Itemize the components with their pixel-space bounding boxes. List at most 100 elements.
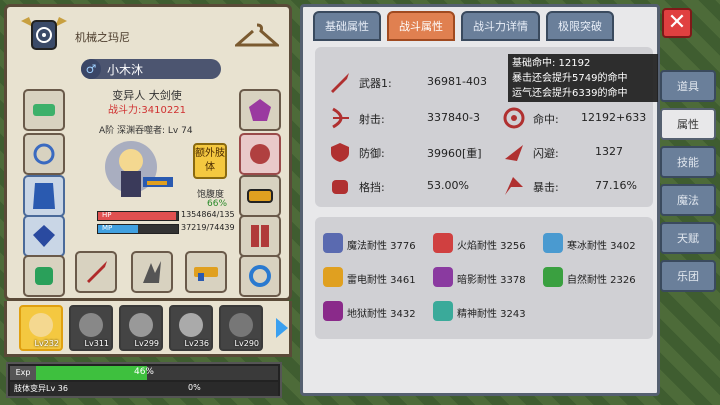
side-tab-items[interactable]: 道具 xyxy=(660,70,716,102)
tab-basic-stats[interactable]: 基础属性 xyxy=(313,11,381,41)
guild-emblem-icon xyxy=(21,17,67,50)
tab-power-details[interactable]: 战斗力详情 xyxy=(461,11,540,41)
resist-shadow: 暗影耐性 3378 xyxy=(457,275,526,286)
hunger-value: 66% xyxy=(207,199,228,209)
stat-shooting-label: 射击: xyxy=(359,113,385,126)
roster-hero-card[interactable]: Lv299 xyxy=(119,305,163,351)
roster-next-arrow-icon[interactable] xyxy=(276,318,288,338)
sword-icon xyxy=(87,261,107,283)
stat-critical-value: 77.16% xyxy=(595,179,637,192)
necklace-icon xyxy=(33,143,55,165)
armor-icon xyxy=(33,225,55,247)
cloak-icon xyxy=(33,183,55,209)
resist-hell: 地狱耐性 3432 xyxy=(347,309,416,320)
stat-shooting-value: 337840-3 xyxy=(427,111,480,124)
equip-slot-gloves[interactable] xyxy=(239,133,281,175)
roster-hero-level: Lv311 xyxy=(84,339,109,348)
tab-limit-break[interactable]: 极限突破 xyxy=(546,11,614,41)
equip-slot-armor[interactable] xyxy=(23,215,65,257)
roster-hero-level: Lv299 xyxy=(134,339,159,348)
critical-icon xyxy=(505,177,523,195)
stat-block-value: 53.00% xyxy=(427,179,469,192)
equip-slot-cloak[interactable] xyxy=(23,175,65,217)
hero-roster: Lv232 Lv311 Lv299 Lv236 Lv290 xyxy=(4,301,292,357)
exp-panel: Exp 46% 肢体变异Lv 36 0% xyxy=(6,362,282,398)
equip-slot-legs[interactable] xyxy=(239,215,281,257)
limb-mutation-label: 肢体变异Lv 36 xyxy=(14,384,68,393)
equip-slot-charm[interactable] xyxy=(239,89,281,131)
resist-spirit: 精神耐性 3243 xyxy=(457,309,526,320)
hp-bar: HP xyxy=(97,211,179,221)
limb-mutation-bar: 肢体变异Lv 36 0% xyxy=(10,382,278,396)
nature-resist-icon xyxy=(543,267,563,287)
lightning-resist-icon xyxy=(323,267,343,287)
ring-icon xyxy=(249,265,271,287)
tooltip-line: 暴击还会提升5749的命中 xyxy=(512,73,628,84)
exp-percent: 46% xyxy=(133,367,154,377)
side-tab-skills[interactable]: 技能 xyxy=(660,146,716,178)
hp-value: 1354864/135 xyxy=(181,210,235,219)
side-tab-magic[interactable]: 魔法 xyxy=(660,184,716,216)
side-tab-attributes[interactable]: 属性 xyxy=(660,108,716,140)
hero-portrait xyxy=(105,141,173,197)
shooting-bow-icon xyxy=(332,107,349,129)
equip-slot-neck[interactable] xyxy=(23,133,65,175)
stat-weapon-label: 武器1: xyxy=(359,77,392,90)
evasion-icon xyxy=(505,145,523,161)
resist-magic: 魔法耐性 3776 xyxy=(347,241,416,252)
stat-weapon-value: 36981-403 xyxy=(427,75,487,88)
roster-hero-card[interactable]: Lv236 xyxy=(169,305,213,351)
mp-label: MP xyxy=(102,224,113,232)
shadow-resist-icon xyxy=(433,267,453,287)
stat-block-label: 格挡: xyxy=(359,181,385,194)
leggings-icon xyxy=(251,225,269,247)
gloves-icon xyxy=(250,144,270,164)
equip-slot-gun[interactable] xyxy=(185,251,227,293)
accuracy-target-icon xyxy=(503,107,525,129)
wardrobe-hanger-icon[interactable] xyxy=(235,21,279,51)
tab-combat-stats[interactable]: 战斗属性 xyxy=(387,11,455,41)
stat-accuracy-label: 命中: xyxy=(533,113,559,126)
resistance-box: 魔法耐性 3776 火焰耐性 3256 寒冰耐性 3402 雷电耐性 3461 … xyxy=(315,217,653,339)
equip-slot-belt[interactable] xyxy=(239,175,281,217)
character-panel: 机械之玛尼 ♂ 小木沐 变异人 大剑使 战斗力:3410221 A阶 深渊吞噬者… xyxy=(4,4,292,301)
roster-hero-level: Lv236 xyxy=(184,339,209,348)
tooltip-line: 运气还会提升6339的命中 xyxy=(512,88,628,99)
resist-lightning: 雷电耐性 3461 xyxy=(347,275,416,286)
side-tabs: 道具 属性 技能 魔法 天赋 乐团 xyxy=(660,70,718,298)
roster-hero-card[interactable]: Lv290 xyxy=(219,305,263,351)
extra-limb-button[interactable]: 额外肢体 xyxy=(193,143,227,179)
magic-resist-icon xyxy=(323,233,343,253)
exp-bar: Exp 46% xyxy=(10,366,278,380)
resist-fire: 火焰耐性 3256 xyxy=(457,241,526,252)
close-button[interactable]: ✕ xyxy=(662,8,692,38)
hell-resist-icon xyxy=(323,301,343,321)
equip-slot-weapon-1[interactable] xyxy=(75,251,117,293)
side-tab-band[interactable]: 乐团 xyxy=(660,260,716,292)
defense-shield-icon xyxy=(331,143,349,162)
block-fist-icon xyxy=(332,180,348,194)
roster-hero-card[interactable]: Lv311 xyxy=(69,305,113,351)
equip-slot-weapon-2[interactable] xyxy=(131,251,173,293)
spirit-resist-icon xyxy=(433,301,453,321)
male-gender-icon: ♂ xyxy=(81,59,101,79)
mp-bar: MP xyxy=(97,224,179,234)
gadget-icon xyxy=(35,267,53,285)
hero-name: 小木沐 xyxy=(107,62,144,77)
stat-defense-value: 39960[重] xyxy=(427,147,482,160)
limb-mutation-percent: 0% xyxy=(188,383,201,392)
belt-icon xyxy=(247,189,273,203)
charm-icon xyxy=(249,99,271,121)
stat-evasion-label: 闪避: xyxy=(533,147,559,160)
guild-name: 机械之玛尼 xyxy=(75,31,130,44)
roster-hero-card[interactable]: Lv232 xyxy=(19,305,63,351)
equip-slot-boots[interactable] xyxy=(23,255,65,297)
roster-hero-level: Lv290 xyxy=(234,339,259,348)
hp-label: HP xyxy=(102,211,112,219)
side-tab-talent[interactable]: 天赋 xyxy=(660,222,716,254)
equip-slot-head[interactable] xyxy=(23,89,65,131)
equipment-icon xyxy=(33,104,55,116)
equip-slot-ring[interactable] xyxy=(239,255,281,297)
stat-accuracy-value: 12192+633 xyxy=(581,111,647,124)
accuracy-tooltip: 基础命中: 12192 暴击还会提升5749的命中 运气还会提升6339的命中 xyxy=(508,54,658,102)
